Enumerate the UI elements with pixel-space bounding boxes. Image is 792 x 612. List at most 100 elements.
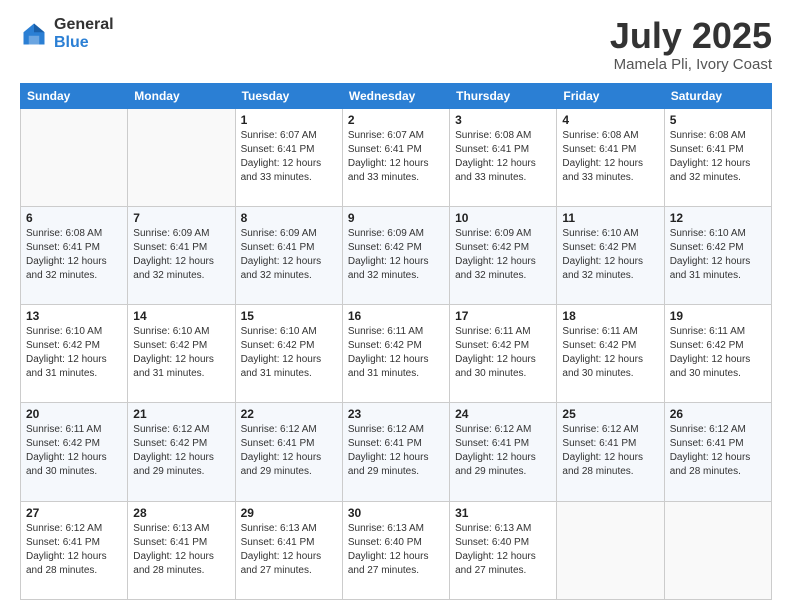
- day-cell: 6 Sunrise: 6:08 AM Sunset: 6:41 PM Daylig…: [21, 206, 128, 304]
- day-number: 8: [241, 211, 337, 225]
- weekday-header-saturday: Saturday: [664, 83, 771, 108]
- day-info: Sunrise: 6:08 AM Sunset: 6:41 PM Dayligh…: [562, 129, 658, 185]
- day-info: Sunrise: 6:10 AM Sunset: 6:42 PM Dayligh…: [26, 325, 122, 381]
- day-number: 14: [133, 309, 229, 323]
- day-cell: 26 Sunrise: 6:12 AM Sunset: 6:41 PM Dayli…: [664, 403, 771, 501]
- day-cell: 7Sunrise: 6:09 AM Sunset: 6:41 PM Daylig…: [128, 206, 235, 304]
- day-cell: 21Sunrise: 6:12 AM Sunset: 6:42 PM Dayli…: [128, 403, 235, 501]
- week-row-2: 6 Sunrise: 6:08 AM Sunset: 6:41 PM Daylig…: [21, 206, 772, 304]
- week-row-5: 27 Sunrise: 6:12 AM Sunset: 6:41 PM Dayli…: [21, 501, 772, 599]
- logo-general: General: [54, 16, 114, 34]
- day-cell: 14 Sunrise: 6:10 AM Sunset: 6:42 PM Dayli…: [128, 305, 235, 403]
- day-info: Sunrise: 6:09 AM Sunset: 6:41 PM Dayligh…: [133, 227, 229, 283]
- day-cell: 5 Sunrise: 6:08 AM Sunset: 6:41 PM Daylig…: [664, 108, 771, 206]
- weekday-header-row: SundayMondayTuesdayWednesdayThursdayFrid…: [21, 83, 772, 108]
- day-cell: 15Sunrise: 6:10 AM Sunset: 6:42 PM Dayli…: [235, 305, 342, 403]
- day-cell: 3 Sunrise: 6:08 AM Sunset: 6:41 PM Daylig…: [450, 108, 557, 206]
- day-info: Sunrise: 6:12 AM Sunset: 6:41 PM Dayligh…: [562, 423, 658, 479]
- day-number: 2: [348, 113, 444, 127]
- calendar: SundayMondayTuesdayWednesdayThursdayFrid…: [20, 83, 772, 600]
- day-cell: 30 Sunrise: 6:13 AM Sunset: 6:40 PM Dayli…: [342, 501, 449, 599]
- day-info: Sunrise: 6:12 AM Sunset: 6:42 PM Dayligh…: [133, 423, 229, 479]
- day-cell: 18Sunrise: 6:11 AM Sunset: 6:42 PM Dayli…: [557, 305, 664, 403]
- day-cell: 23 Sunrise: 6:12 AM Sunset: 6:41 PM Dayli…: [342, 403, 449, 501]
- day-info: Sunrise: 6:13 AM Sunset: 6:41 PM Dayligh…: [133, 522, 229, 578]
- month-title: July 2025: [610, 16, 772, 56]
- day-info: Sunrise: 6:10 AM Sunset: 6:42 PM Dayligh…: [133, 325, 229, 381]
- day-info: Sunrise: 6:11 AM Sunset: 6:42 PM Dayligh…: [348, 325, 444, 381]
- day-cell: 31 Sunrise: 6:13 AM Sunset: 6:40 PM Dayli…: [450, 501, 557, 599]
- day-number: 13: [26, 309, 122, 323]
- day-info: Sunrise: 6:10 AM Sunset: 6:42 PM Dayligh…: [670, 227, 766, 283]
- day-number: 22: [241, 407, 337, 421]
- day-number: 3: [455, 113, 551, 127]
- day-number: 5: [670, 113, 766, 127]
- day-info: Sunrise: 6:07 AM Sunset: 6:41 PM Dayligh…: [348, 129, 444, 185]
- day-info: Sunrise: 6:11 AM Sunset: 6:42 PM Dayligh…: [26, 423, 122, 479]
- day-info: Sunrise: 6:13 AM Sunset: 6:40 PM Dayligh…: [348, 522, 444, 578]
- day-cell: [664, 501, 771, 599]
- day-number: 26: [670, 407, 766, 421]
- day-number: 6: [26, 211, 122, 225]
- day-info: Sunrise: 6:09 AM Sunset: 6:41 PM Dayligh…: [241, 227, 337, 283]
- day-number: 31: [455, 506, 551, 520]
- day-number: 11: [562, 211, 658, 225]
- day-cell: 10Sunrise: 6:09 AM Sunset: 6:42 PM Dayli…: [450, 206, 557, 304]
- day-info: Sunrise: 6:08 AM Sunset: 6:41 PM Dayligh…: [26, 227, 122, 283]
- day-number: 18: [562, 309, 658, 323]
- day-cell: 16 Sunrise: 6:11 AM Sunset: 6:42 PM Dayli…: [342, 305, 449, 403]
- day-number: 24: [455, 407, 551, 421]
- week-row-4: 20 Sunrise: 6:11 AM Sunset: 6:42 PM Dayli…: [21, 403, 772, 501]
- day-info: Sunrise: 6:08 AM Sunset: 6:41 PM Dayligh…: [455, 129, 551, 185]
- weekday-header-monday: Monday: [128, 83, 235, 108]
- day-cell: 12 Sunrise: 6:10 AM Sunset: 6:42 PM Dayli…: [664, 206, 771, 304]
- day-info: Sunrise: 6:09 AM Sunset: 6:42 PM Dayligh…: [348, 227, 444, 283]
- day-info: Sunrise: 6:12 AM Sunset: 6:41 PM Dayligh…: [241, 423, 337, 479]
- day-number: 19: [670, 309, 766, 323]
- title-block: July 2025 Mamela Pli, Ivory Coast: [610, 16, 772, 73]
- day-cell: [128, 108, 235, 206]
- logo: General Blue: [20, 16, 114, 51]
- day-number: 15: [241, 309, 337, 323]
- day-cell: 25 Sunrise: 6:12 AM Sunset: 6:41 PM Dayli…: [557, 403, 664, 501]
- week-row-1: 1Sunrise: 6:07 AM Sunset: 6:41 PM Daylig…: [21, 108, 772, 206]
- day-number: 28: [133, 506, 229, 520]
- day-cell: [21, 108, 128, 206]
- day-cell: 11 Sunrise: 6:10 AM Sunset: 6:42 PM Dayli…: [557, 206, 664, 304]
- day-number: 12: [670, 211, 766, 225]
- day-cell: 2 Sunrise: 6:07 AM Sunset: 6:41 PM Daylig…: [342, 108, 449, 206]
- page-header: General Blue July 2025 Mamela Pli, Ivory…: [20, 16, 772, 73]
- day-info: Sunrise: 6:11 AM Sunset: 6:42 PM Dayligh…: [670, 325, 766, 381]
- day-cell: 4Sunrise: 6:08 AM Sunset: 6:41 PM Daylig…: [557, 108, 664, 206]
- weekday-header-friday: Friday: [557, 83, 664, 108]
- day-info: Sunrise: 6:12 AM Sunset: 6:41 PM Dayligh…: [348, 423, 444, 479]
- day-number: 17: [455, 309, 551, 323]
- day-number: 20: [26, 407, 122, 421]
- day-info: Sunrise: 6:11 AM Sunset: 6:42 PM Dayligh…: [455, 325, 551, 381]
- day-cell: 24 Sunrise: 6:12 AM Sunset: 6:41 PM Dayli…: [450, 403, 557, 501]
- day-cell: 29Sunrise: 6:13 AM Sunset: 6:41 PM Dayli…: [235, 501, 342, 599]
- day-number: 29: [241, 506, 337, 520]
- day-cell: 13 Sunrise: 6:10 AM Sunset: 6:42 PM Dayli…: [21, 305, 128, 403]
- day-info: Sunrise: 6:12 AM Sunset: 6:41 PM Dayligh…: [26, 522, 122, 578]
- day-info: Sunrise: 6:10 AM Sunset: 6:42 PM Dayligh…: [562, 227, 658, 283]
- day-cell: 1Sunrise: 6:07 AM Sunset: 6:41 PM Daylig…: [235, 108, 342, 206]
- day-info: Sunrise: 6:12 AM Sunset: 6:41 PM Dayligh…: [670, 423, 766, 479]
- day-number: 27: [26, 506, 122, 520]
- day-cell: 8 Sunrise: 6:09 AM Sunset: 6:41 PM Daylig…: [235, 206, 342, 304]
- day-info: Sunrise: 6:12 AM Sunset: 6:41 PM Dayligh…: [455, 423, 551, 479]
- weekday-header-wednesday: Wednesday: [342, 83, 449, 108]
- weekday-header-sunday: Sunday: [21, 83, 128, 108]
- day-info: Sunrise: 6:13 AM Sunset: 6:40 PM Dayligh…: [455, 522, 551, 578]
- day-info: Sunrise: 6:08 AM Sunset: 6:41 PM Dayligh…: [670, 129, 766, 185]
- day-cell: 27 Sunrise: 6:12 AM Sunset: 6:41 PM Dayli…: [21, 501, 128, 599]
- day-number: 10: [455, 211, 551, 225]
- weekday-header-thursday: Thursday: [450, 83, 557, 108]
- day-number: 25: [562, 407, 658, 421]
- day-info: Sunrise: 6:07 AM Sunset: 6:41 PM Dayligh…: [241, 129, 337, 185]
- logo-text: General Blue: [54, 16, 114, 51]
- day-number: 30: [348, 506, 444, 520]
- day-cell: [557, 501, 664, 599]
- day-number: 23: [348, 407, 444, 421]
- day-number: 16: [348, 309, 444, 323]
